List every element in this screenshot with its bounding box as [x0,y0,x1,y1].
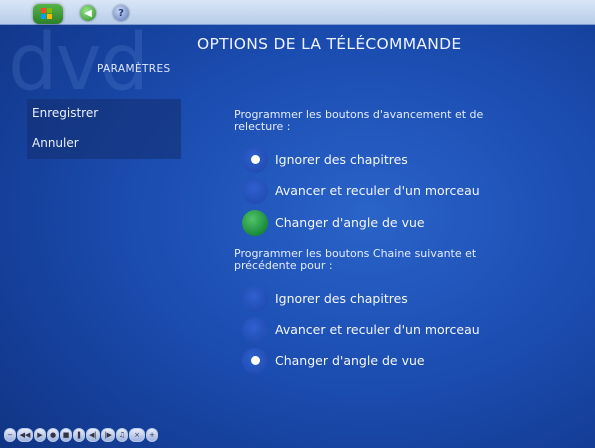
back-arrow-icon[interactable]: ◀ [80,5,96,21]
rewind-icon[interactable]: ◀◀ [17,428,33,442]
option-seek-skip-chapters[interactable]: Ignorer des chapitres [242,147,522,173]
radio-selected-dot [251,356,260,365]
option-seek-angle[interactable]: Changer d'angle de vue [242,210,522,236]
option-label: Avancer et reculer d'un morceau [275,183,480,198]
group-label-seek: Programmer les boutons d'avancement et d… [234,108,484,133]
sidebar-item-save[interactable]: Enregistrer [32,106,98,120]
group-label-channel: Programmer les boutons Chaine suivante e… [234,247,477,272]
stop-icon[interactable]: ■ [60,428,72,442]
radio-button-focused[interactable] [242,210,268,236]
radio-button[interactable] [242,286,268,312]
skip-forward-icon[interactable]: |▶ [101,428,115,442]
radio-selected-dot [251,155,260,164]
record-icon[interactable]: ● [47,428,59,442]
volume-icon[interactable]: ♫ [116,428,128,442]
option-channel-angle[interactable]: Changer d'angle de vue [242,348,522,374]
section-label: PARAMÈTRES [97,63,171,75]
plus-icon[interactable]: + [146,428,158,442]
option-seek-track[interactable]: Avancer et reculer d'un morceau [242,178,522,204]
minus-icon[interactable]: − [4,428,16,442]
radio-button[interactable] [242,317,268,343]
option-label: Changer d'angle de vue [275,215,425,230]
top-toolbar: ◀ ? [0,0,595,25]
option-label: Ignorer des chapitres [275,152,408,167]
option-label: Avancer et reculer d'un morceau [275,322,480,337]
radio-button[interactable] [242,348,268,374]
page-title: OPTIONS DE LA TÉLÉCOMMANDE [197,35,462,53]
mute-icon[interactable]: × [129,428,145,442]
option-channel-track[interactable]: Avancer et reculer d'un morceau [242,317,522,343]
skip-back-icon[interactable]: ◀| [86,428,100,442]
pause-icon[interactable]: ❚ [73,428,85,442]
help-icon[interactable]: ? [113,5,129,21]
option-label: Changer d'angle de vue [275,353,425,368]
sidebar-item-cancel[interactable]: Annuler [32,136,79,150]
radio-button[interactable] [242,147,268,173]
transport-controls: − ◀◀ ▶ ● ■ ❚ ◀| |▶ ♫ × + [4,428,159,442]
play-icon[interactable]: ▶ [34,428,46,442]
windows-flag-icon[interactable] [33,4,63,24]
option-channel-skip-chapters[interactable]: Ignorer des chapitres [242,286,522,312]
radio-button[interactable] [242,178,268,204]
option-label: Ignorer des chapitres [275,291,408,306]
